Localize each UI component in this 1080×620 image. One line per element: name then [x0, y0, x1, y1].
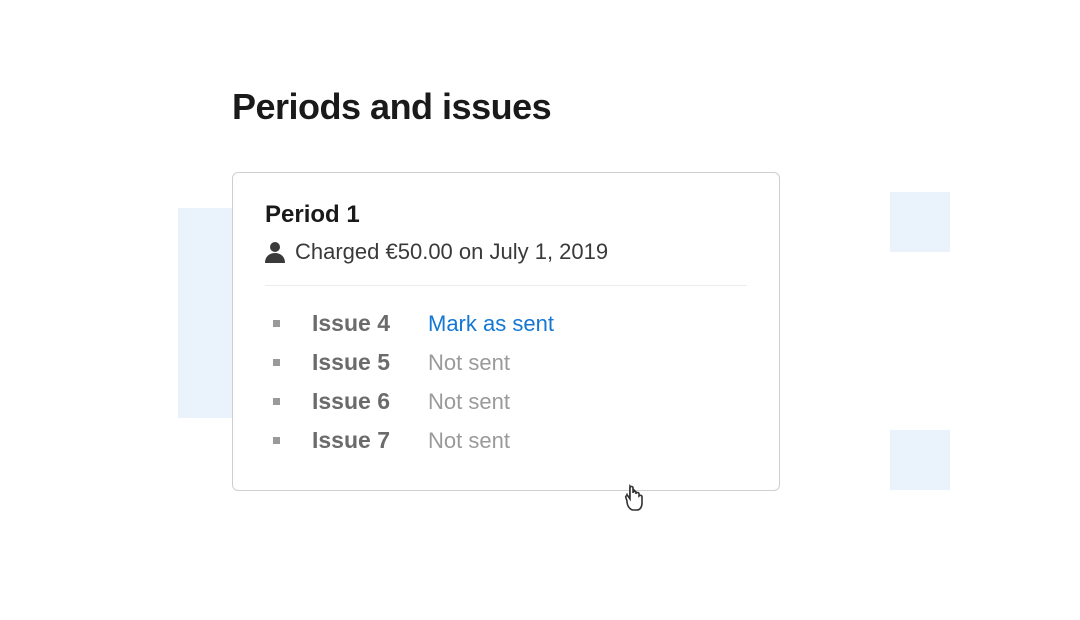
charged-text: Charged €50.00 on July 1, 2019: [295, 239, 608, 265]
person-icon: [265, 241, 285, 263]
issue-row: Issue 4 Mark as sent: [273, 304, 747, 343]
issue-label: Issue 5: [312, 349, 410, 376]
issue-list: Issue 4 Mark as sent Issue 5 Not sent Is…: [265, 304, 747, 460]
decorative-block-left: [178, 208, 238, 418]
issue-status: Not sent: [428, 389, 510, 415]
main-container: Periods and issues Period 1 Charged €50.…: [232, 86, 780, 491]
mark-as-sent-link[interactable]: Mark as sent: [428, 311, 554, 337]
issue-row: Issue 7 Not sent: [273, 421, 747, 460]
decorative-block-right-bottom: [890, 430, 950, 490]
issue-row: Issue 5 Not sent: [273, 343, 747, 382]
charged-row: Charged €50.00 on July 1, 2019: [265, 239, 747, 286]
issue-status: Not sent: [428, 428, 510, 454]
bullet-icon: [273, 437, 280, 444]
issue-label: Issue 6: [312, 388, 410, 415]
cursor-pointer-icon: [623, 484, 647, 512]
bullet-icon: [273, 320, 280, 327]
period-title: Period 1: [265, 201, 747, 229]
issue-label: Issue 4: [312, 310, 410, 337]
bullet-icon: [273, 359, 280, 366]
issue-status: Not sent: [428, 350, 510, 376]
period-card: Period 1 Charged €50.00 on July 1, 2019 …: [232, 172, 780, 491]
page-title: Periods and issues: [232, 86, 780, 128]
bullet-icon: [273, 398, 280, 405]
issue-row: Issue 6 Not sent: [273, 382, 747, 421]
issue-label: Issue 7: [312, 427, 410, 454]
decorative-block-right-top: [890, 192, 950, 252]
